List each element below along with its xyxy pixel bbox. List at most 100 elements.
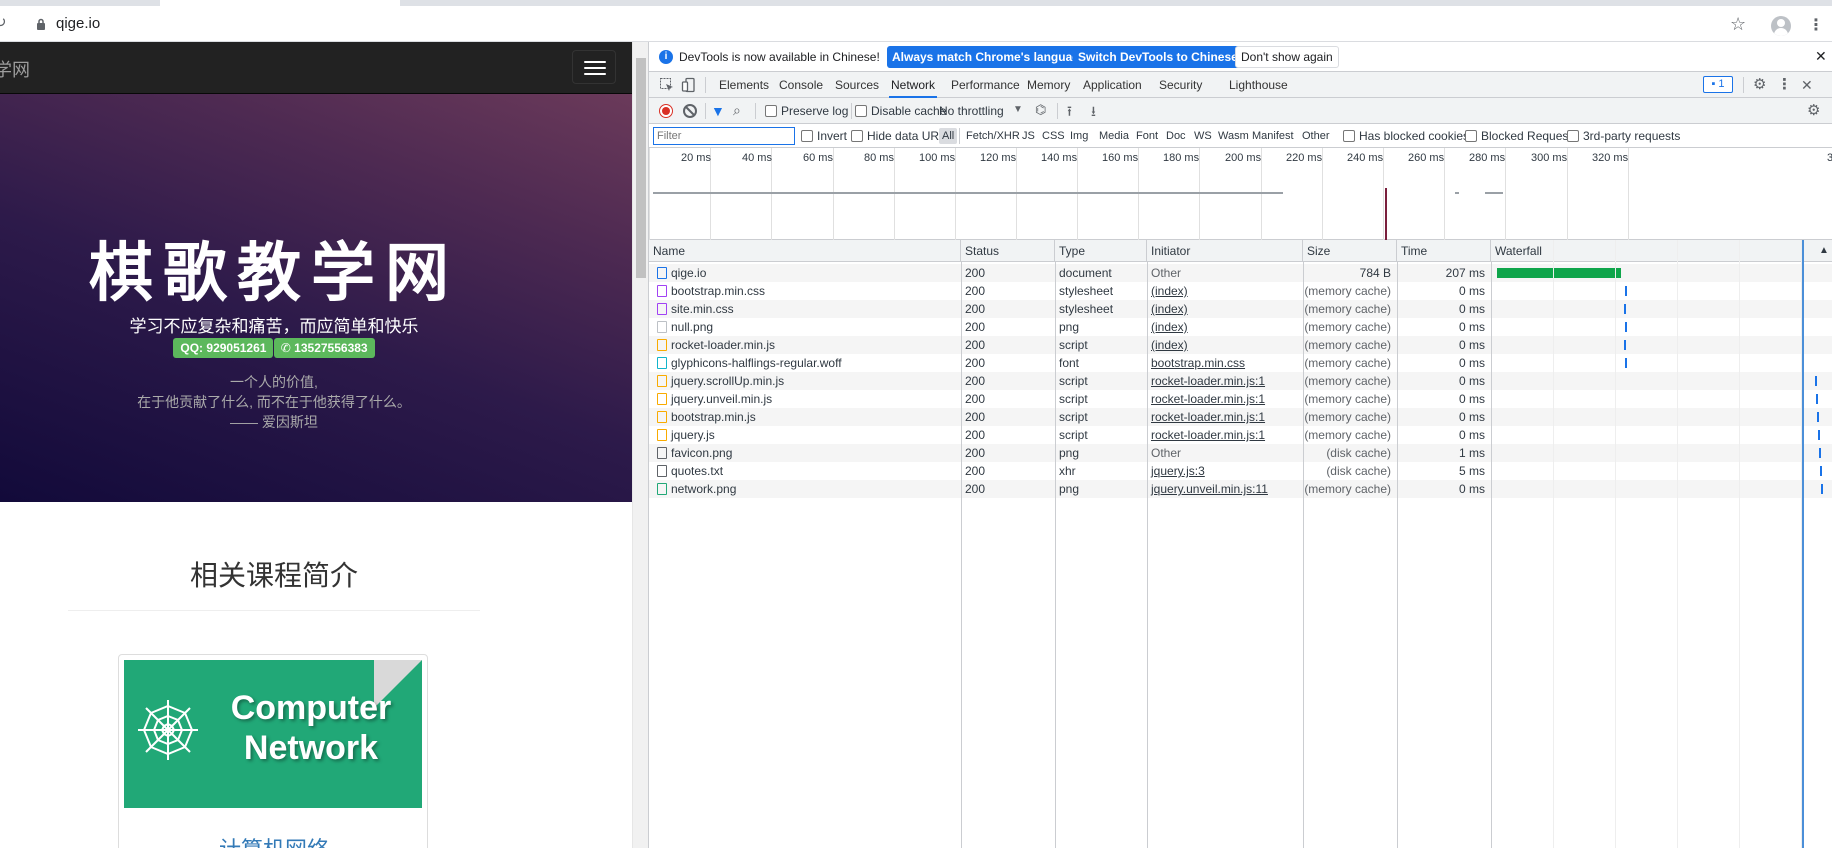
- tab-security[interactable]: Security: [1157, 72, 1204, 98]
- bookmark-star-icon[interactable]: ☆: [1730, 14, 1746, 35]
- blocked-requests-checkbox[interactable]: [1465, 130, 1477, 142]
- tab-memory[interactable]: Memory: [1025, 72, 1072, 98]
- tab-application[interactable]: Application: [1081, 72, 1144, 98]
- preserve-log-checkbox[interactable]: [765, 105, 777, 117]
- request-name[interactable]: bootstrap.min.css: [667, 282, 961, 300]
- network-settings-gear-icon[interactable]: ⚙: [1807, 101, 1820, 119]
- close-icon[interactable]: ✕: [1815, 48, 1827, 65]
- type-filter-media[interactable]: Media: [1096, 128, 1132, 144]
- table-row[interactable]: favicon.png 200 png Other (disk cache) 1 ms: [649, 444, 1832, 462]
- issues-badge[interactable]: ▪ 1: [1703, 76, 1733, 93]
- table-row[interactable]: network.png 200 png jquery.unveil.min.js:11…: [649, 480, 1832, 498]
- tab-console[interactable]: Console: [777, 72, 825, 98]
- table-row[interactable]: jquery.unveil.min.js 200 script rocket-load…: [649, 390, 1832, 408]
- dont-show-again-button[interactable]: Don't show again: [1235, 46, 1339, 68]
- network-overview[interactable]: 20 ms 40 ms 60 ms 80 ms 100 ms 120 ms 14…: [649, 148, 1832, 240]
- request-name[interactable]: rocket-loader.min.js: [667, 336, 961, 354]
- tab-elements[interactable]: Elements: [717, 72, 771, 98]
- tab-lighthouse[interactable]: Lighthouse: [1227, 72, 1290, 98]
- type-filter-other[interactable]: Other: [1299, 128, 1333, 144]
- request-name[interactable]: favicon.png: [667, 444, 961, 462]
- request-name[interactable]: null.png: [667, 318, 961, 336]
- hamburger-menu-button[interactable]: [572, 50, 616, 84]
- record-icon[interactable]: [659, 104, 673, 118]
- table-row[interactable]: bootstrap.min.js 200 script rocket-loader.m…: [649, 408, 1832, 426]
- type-filter-wasm[interactable]: Wasm: [1215, 128, 1252, 144]
- third-party-checkbox[interactable]: [1567, 130, 1579, 142]
- col-header-time[interactable]: Time: [1397, 240, 1491, 262]
- request-name[interactable]: network.png: [667, 480, 961, 498]
- import-har-icon[interactable]: ⭱: [1067, 101, 1072, 125]
- type-filter-doc[interactable]: Doc: [1163, 128, 1189, 144]
- request-initiator[interactable]: rocket-loader.min.js:1: [1147, 408, 1303, 426]
- filter-icon[interactable]: ▼: [711, 103, 725, 119]
- request-initiator[interactable]: jquery.unveil.min.js:11: [1147, 480, 1303, 498]
- request-name[interactable]: qige.io: [667, 264, 961, 282]
- type-filter-css[interactable]: CSS: [1039, 128, 1068, 144]
- request-name[interactable]: glyphicons-halflings-regular.woff: [667, 354, 961, 372]
- tab-sources[interactable]: Sources: [833, 72, 881, 98]
- lock-icon[interactable]: [36, 18, 46, 30]
- request-name[interactable]: quotes.txt: [667, 462, 961, 480]
- table-row[interactable]: glyphicons-halflings-regular.woff 200 font…: [649, 354, 1832, 372]
- request-name[interactable]: site.min.css: [667, 300, 961, 318]
- course-image[interactable]: Computer Network: [124, 660, 422, 808]
- url-text[interactable]: qige.io: [56, 15, 100, 32]
- course-card[interactable]: Computer Network: [118, 654, 428, 848]
- table-row[interactable]: bootstrap.min.css 200 stylesheet (index) (me…: [649, 282, 1832, 300]
- table-row[interactable]: qige.io 200 document Other 784 B 207 ms: [649, 264, 1832, 282]
- request-initiator[interactable]: rocket-loader.min.js:1: [1147, 426, 1303, 444]
- close-devtools-icon[interactable]: ✕: [1799, 72, 1815, 98]
- page-scrollbar[interactable]: [632, 42, 648, 848]
- devtools-menu-icon[interactable]: ⋮: [1775, 72, 1794, 98]
- table-row[interactable]: null.png 200 png (index) (memory cache) 0 ms: [649, 318, 1832, 336]
- search-icon[interactable]: ⌕: [733, 102, 741, 119]
- type-filter-js[interactable]: JS: [1019, 128, 1038, 144]
- profile-avatar[interactable]: [1771, 16, 1791, 36]
- throttling-select[interactable]: No throttling: [939, 104, 1004, 118]
- settings-gear-icon[interactable]: ⚙: [1751, 72, 1768, 98]
- network-conditions-icon[interactable]: ⌬: [1035, 102, 1046, 118]
- chevron-down-icon[interactable]: ▼: [1013, 104, 1023, 115]
- col-header-name[interactable]: Name: [649, 240, 961, 262]
- device-toolbar-icon[interactable]: [681, 77, 697, 93]
- inspect-element-icon[interactable]: [659, 77, 675, 93]
- switch-chinese-button[interactable]: Switch DevTools to Chinese: [1073, 46, 1243, 68]
- site-brand[interactable]: 学网: [0, 56, 30, 82]
- filter-input[interactable]: [653, 127, 795, 145]
- request-initiator[interactable]: bootstrap.min.css: [1147, 354, 1303, 372]
- hide-data-urls-checkbox[interactable]: [851, 130, 863, 142]
- request-name[interactable]: jquery.js: [667, 426, 961, 444]
- invert-checkbox[interactable]: [801, 130, 813, 142]
- col-header-size[interactable]: Size: [1303, 240, 1397, 262]
- request-initiator[interactable]: (index): [1147, 336, 1303, 354]
- type-filter-img[interactable]: Img: [1067, 128, 1091, 144]
- col-header-type[interactable]: Type: [1055, 240, 1147, 262]
- match-language-button[interactable]: Always match Chrome's language: [887, 46, 1092, 68]
- type-filter-all[interactable]: All: [939, 128, 958, 144]
- col-header-waterfall[interactable]: Waterfall: [1491, 240, 1832, 262]
- type-filter-font[interactable]: Font: [1133, 128, 1161, 144]
- request-initiator[interactable]: (index): [1147, 318, 1303, 336]
- table-row[interactable]: jquery.scrollUp.min.js 200 script rocket-lo…: [649, 372, 1832, 390]
- request-name[interactable]: bootstrap.min.js: [667, 408, 961, 426]
- request-initiator[interactable]: (index): [1147, 282, 1303, 300]
- sort-ascending-icon[interactable]: ▲: [1819, 245, 1829, 256]
- type-filter-fetch-xhr[interactable]: Fetch/XHR: [963, 128, 1023, 144]
- request-initiator[interactable]: rocket-loader.min.js:1: [1147, 390, 1303, 408]
- request-name[interactable]: jquery.unveil.min.js: [667, 390, 961, 408]
- table-row[interactable]: rocket-loader.min.js 200 script (index) (mem…: [649, 336, 1832, 354]
- type-filter-ws[interactable]: WS: [1191, 128, 1215, 144]
- request-initiator[interactable]: rocket-loader.min.js:1: [1147, 372, 1303, 390]
- request-initiator[interactable]: jquery.js:3: [1147, 462, 1303, 480]
- disable-cache-checkbox[interactable]: [855, 105, 867, 117]
- tab-performance[interactable]: Performance: [949, 72, 1022, 98]
- export-har-icon[interactable]: ⭳: [1091, 101, 1096, 125]
- col-header-initiator[interactable]: Initiator: [1147, 240, 1303, 262]
- clear-icon[interactable]: [683, 104, 697, 118]
- table-row[interactable]: quotes.txt 200 xhr jquery.js:3 (disk cache) 5…: [649, 462, 1832, 480]
- tab-network[interactable]: Network: [889, 72, 938, 98]
- type-filter-manifest[interactable]: Manifest: [1249, 128, 1297, 144]
- course-link[interactable]: 计算机网络: [0, 832, 548, 848]
- table-row[interactable]: jquery.js 200 script rocket-loader.min.js:1…: [649, 426, 1832, 444]
